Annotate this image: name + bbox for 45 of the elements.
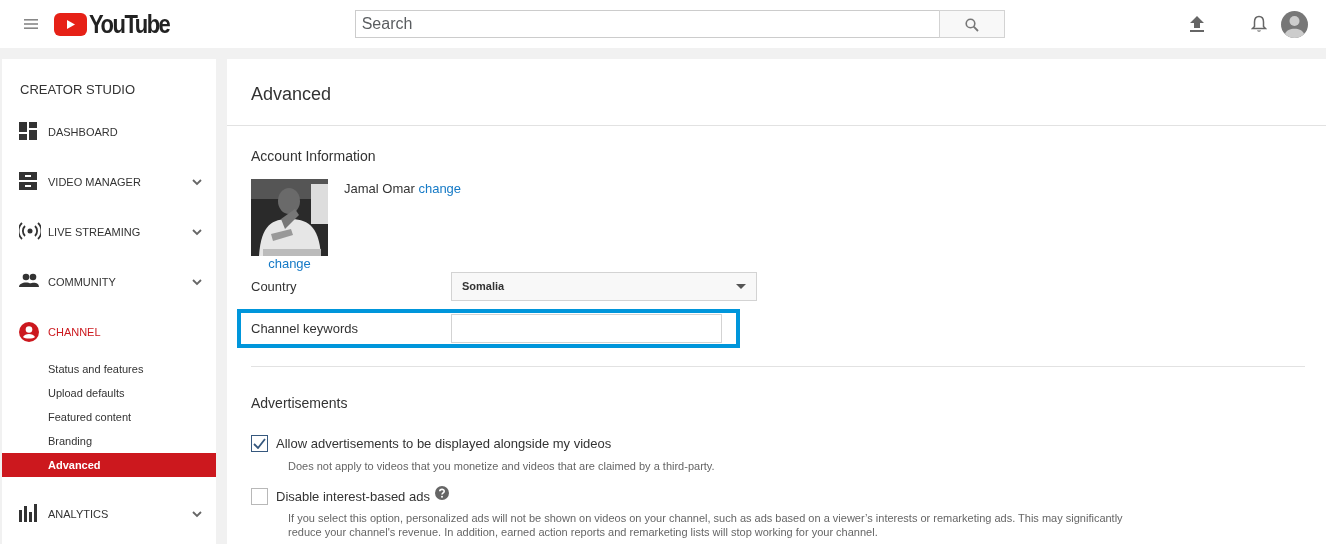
- country-dropdown[interactable]: Somalia: [451, 272, 757, 301]
- sidebar-item[interactable]: DASHBOARD: [2, 107, 216, 157]
- chevron-down-icon: [192, 178, 202, 186]
- search-icon: [964, 17, 979, 32]
- field-label: Channel keywords: [251, 319, 359, 338]
- sidebar-subitem[interactable]: Advanced: [2, 453, 216, 477]
- chevron-down-icon: [192, 510, 202, 518]
- option-description: Does not apply to videos that you monetize and videos that are claimed by a third-party.: [287, 458, 716, 473]
- sidebar-item[interactable]: COMMUNITY: [2, 257, 216, 307]
- keywords-field[interactable]: [450, 314, 722, 343]
- menu-icon[interactable]: [24, 18, 38, 30]
- field-label: Country: [251, 277, 298, 296]
- sidebar-item[interactable]: LIVE STREAMING: [2, 207, 216, 257]
- chevron-down-icon: [192, 228, 202, 236]
- notifications-icon[interactable]: [1251, 15, 1267, 33]
- section-heading: Account Information: [251, 147, 377, 166]
- change-name-link[interactable]: change: [418, 181, 462, 196]
- search-field[interactable]: Search: [354, 10, 939, 38]
- checkmark-icon: [253, 438, 266, 450]
- play-logo-icon: [54, 12, 87, 36]
- checkbox[interactable]: [251, 435, 268, 453]
- page-title: Advanced: [227, 59, 1326, 126]
- channel-name: Jamal Omar: [344, 181, 415, 196]
- person-icon: [19, 322, 41, 342]
- sidebar-item[interactable]: VIDEO MANAGER: [2, 157, 216, 207]
- option-label: Disable interest-based ads: [276, 487, 430, 506]
- sidebar-item[interactable]: ANALYTICS: [2, 489, 216, 539]
- change-photo-link[interactable]: change: [268, 256, 311, 272]
- option-description: If you select this option, personalized ads will not be shown on videos on your channel, such as ads based on a viewer’s interests or remarketing ads. This may significantly reduce your channel's revenue. In addition, earned action reports and remarketing lists will stop working for your channel.: [287, 511, 1124, 539]
- sidebar-subitem[interactable]: Status and features: [2, 357, 216, 381]
- section-heading: Advertisements: [251, 394, 349, 413]
- checkbox[interactable]: [251, 487, 268, 505]
- youtube-logo[interactable]: YouTube: [54, 7, 170, 41]
- sidebar-title: CREATOR STUDIO: [19, 81, 137, 99]
- option-label: Allow advertisements to be displayed alongside my videos: [276, 435, 612, 453]
- caret-icon: [736, 284, 746, 289]
- sidebar-subitem[interactable]: Upload defaults: [2, 381, 216, 405]
- broadcast-icon: [19, 222, 41, 242]
- sidebar-subitem[interactable]: Branding: [2, 429, 216, 453]
- upload-icon[interactable]: [1190, 16, 1204, 32]
- sidebar-item[interactable]: CHANNEL: [2, 307, 216, 357]
- sidebar-subitem[interactable]: Featured content: [2, 405, 216, 429]
- help-icon[interactable]: [434, 486, 449, 501]
- chevron-down-icon: [192, 278, 202, 286]
- avatar-icon[interactable]: [1281, 10, 1308, 38]
